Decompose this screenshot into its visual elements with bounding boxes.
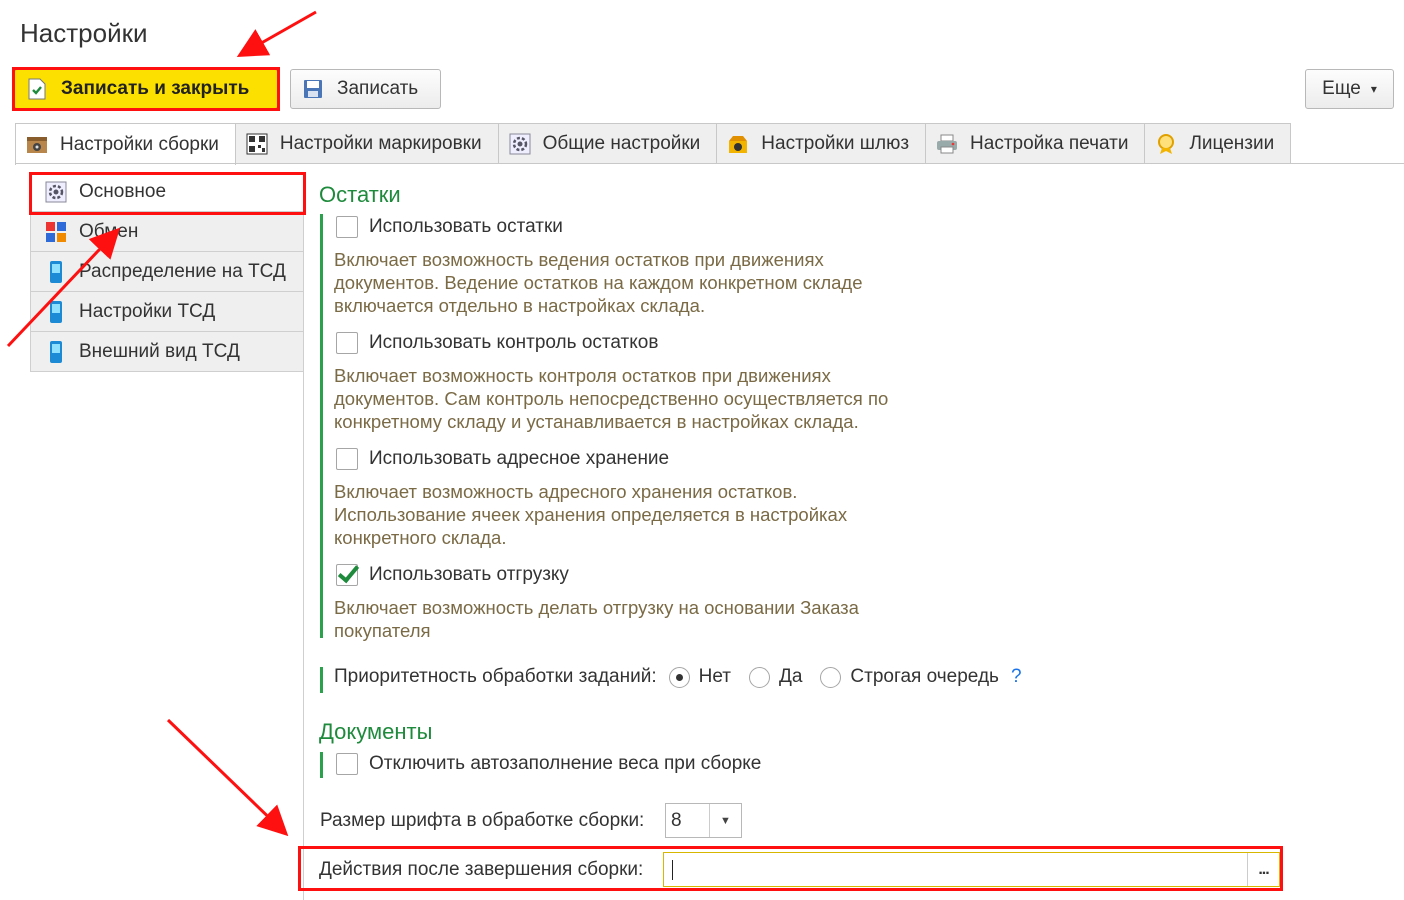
option-description: Включает возможность ведения остатков пр… — [334, 249, 863, 316]
use-remains-checkbox[interactable] — [336, 216, 358, 238]
sidebar-item-label: Обмен — [79, 220, 139, 242]
save-button[interactable]: Записать — [290, 69, 441, 109]
priority-radio-no[interactable] — [668, 666, 690, 688]
option-description: Включает возможность делать отгрузку на … — [334, 597, 859, 641]
option-description: Включает возможность адресного хранения … — [334, 481, 848, 548]
save-label: Записать — [337, 78, 419, 99]
tab-marking-settings[interactable]: Настройки маркировки — [234, 123, 499, 164]
highlight-box-save-close — [12, 67, 280, 111]
gateway-icon — [727, 133, 749, 155]
tab-label: Лицензии — [1189, 133, 1275, 154]
radio-label: Нет — [698, 666, 731, 687]
priority-radio-yes[interactable] — [748, 666, 770, 688]
sidebar-item-label: Внешний вид ТСД — [79, 340, 240, 362]
use-remains-control-option[interactable]: Использовать контроль остатков — [336, 332, 658, 354]
use-remains-control-checkbox[interactable] — [336, 332, 358, 354]
option-description: Включает возможность контроля остатков п… — [334, 365, 889, 432]
use-address-storage-option[interactable]: Использовать адресное хранение — [336, 448, 669, 470]
use-shipment-checkbox[interactable] — [336, 564, 358, 586]
use-address-storage-checkbox[interactable] — [336, 448, 358, 470]
tab-licenses[interactable]: Лицензии — [1144, 123, 1292, 164]
tab-assembly-settings[interactable]: Настройки сборки — [15, 123, 236, 165]
sidebar-item-label: Распределение на ТСД — [79, 260, 286, 282]
checkbox-label: Использовать остатки — [369, 216, 563, 237]
chevron-down-icon: ▾ — [1370, 82, 1377, 96]
chevron-down-icon[interactable]: ▼ — [709, 804, 741, 837]
handheld-icon — [45, 300, 67, 324]
priority-radio-strict-queue[interactable] — [820, 666, 842, 688]
section-group-line — [320, 667, 323, 693]
tab-print-settings[interactable]: Настройка печати — [925, 123, 1146, 164]
section-group-line — [320, 214, 323, 638]
tab-divider — [15, 163, 1404, 164]
tab-label: Настройки маркировки — [279, 133, 482, 154]
tab-gateway-settings[interactable]: Настройки шлюз — [716, 123, 927, 164]
use-shipment-option[interactable]: Использовать отгрузку — [336, 564, 569, 586]
tab-label: Настройки сборки — [60, 133, 219, 155]
sidebar-item-tsd-appearance[interactable]: Внешний вид ТСД — [30, 332, 304, 372]
tab-bar: Настройки сборки Настройки маркировки Об… — [15, 123, 1292, 165]
gear-icon — [509, 133, 531, 155]
disable-weight-autofill-checkbox[interactable] — [336, 753, 358, 775]
tab-label: Настройка печати — [970, 133, 1129, 154]
font-size-value: 8 — [671, 809, 682, 831]
sidebar-item-exchange[interactable]: Обмен — [30, 212, 304, 252]
tab-label: Настройки шлюз — [761, 133, 910, 154]
sidebar-divider — [303, 172, 304, 900]
use-remains-option[interactable]: Использовать остатки — [336, 216, 563, 238]
page-title: Настройки — [20, 18, 148, 48]
sidebar-item-tsd-settings[interactable]: Настройки ТСД — [30, 292, 304, 332]
exchange-icon — [45, 220, 67, 244]
radio-label: Да — [778, 666, 803, 687]
section-heading-remains: Остатки — [319, 182, 401, 207]
more-button[interactable]: Еще ▾ — [1305, 69, 1394, 109]
sidebar-item-tsd-distribution[interactable]: Распределение на ТСД — [30, 252, 304, 292]
help-icon[interactable]: ? — [1011, 666, 1022, 688]
qr-code-icon — [246, 133, 268, 155]
priority-radio-group: Приоритетность обработки заданий: Нет Да… — [334, 666, 1022, 688]
sidebar-item-label: Настройки ТСД — [79, 300, 216, 322]
section-heading-documents: Документы — [319, 719, 433, 744]
arrow-to-after-actions — [166, 718, 289, 837]
priority-label: Приоритетность обработки заданий: — [334, 666, 657, 687]
printer-icon — [936, 133, 958, 155]
tab-general-settings[interactable]: Общие настройки — [497, 123, 718, 164]
disable-weight-autofill-option[interactable]: Отключить автозаполнение веса при сборке — [336, 753, 761, 775]
highlight-box-after-actions — [298, 846, 1283, 891]
font-size-select[interactable]: 8 ▼ — [665, 803, 742, 838]
license-icon — [1155, 133, 1177, 155]
handheld-icon — [45, 260, 67, 284]
tab-label: Общие настройки — [542, 133, 701, 154]
checkbox-label: Использовать отгрузку — [369, 564, 569, 585]
arrow-to-save-close — [236, 10, 317, 57]
font-size-label: Размер шрифта в обработке сборки: — [320, 810, 645, 831]
section-group-line — [320, 752, 323, 778]
radio-label: Строгая очередь — [850, 666, 999, 687]
floppy-disk-icon — [303, 78, 323, 100]
highlight-box-main-section — [29, 172, 306, 215]
checkbox-label: Отключить автозаполнение веса при сборке — [369, 753, 762, 774]
box-gear-icon — [26, 134, 48, 156]
checkbox-label: Использовать контроль остатков — [369, 332, 659, 353]
checkbox-label: Использовать адресное хранение — [369, 448, 670, 469]
handheld-icon — [45, 340, 67, 364]
more-label: Еще — [1322, 78, 1361, 99]
